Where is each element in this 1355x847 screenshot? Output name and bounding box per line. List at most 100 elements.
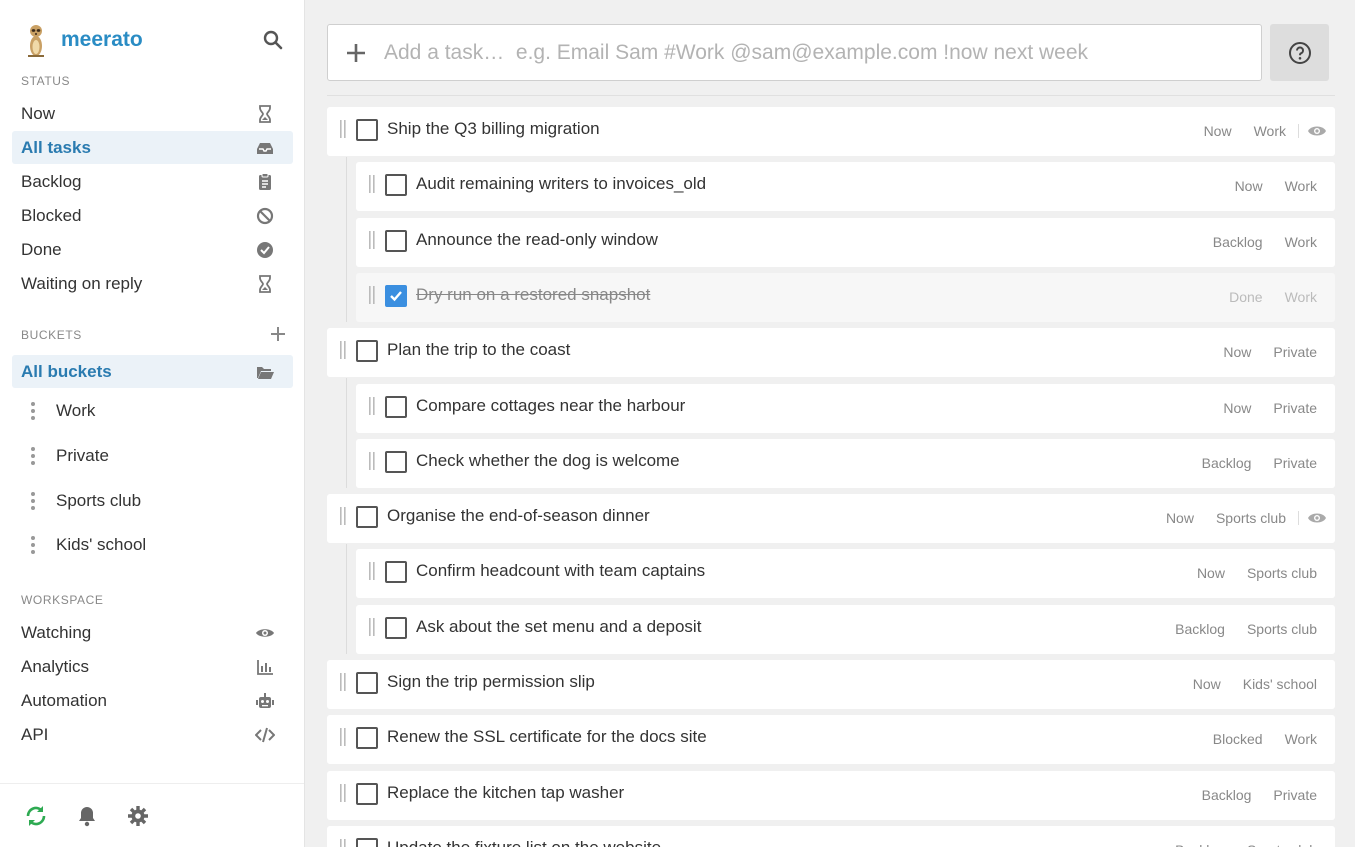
task-row[interactable]: Dry run on a restored snapshot Done Work <box>356 273 1335 322</box>
task-status[interactable]: Now <box>1223 400 1251 416</box>
task-bucket[interactable]: Private <box>1273 455 1317 471</box>
drag-handle-icon[interactable] <box>22 445 46 467</box>
task-checkbox[interactable] <box>385 617 407 639</box>
task-status[interactable]: Backlog <box>1175 842 1225 847</box>
task-status[interactable]: Now <box>1193 676 1221 692</box>
task-bucket[interactable]: Work <box>1285 178 1317 194</box>
bell-icon[interactable] <box>75 804 99 828</box>
task-status[interactable]: Now <box>1223 344 1251 360</box>
drag-handle-icon[interactable] <box>22 490 46 512</box>
task-row[interactable]: Announce the read-only window Backlog Wo… <box>356 218 1335 267</box>
task-row[interactable]: Plan the trip to the coast Now Private <box>327 328 1335 377</box>
task-title[interactable]: Check whether the dog is welcome <box>416 451 680 471</box>
sync-icon[interactable] <box>24 804 48 828</box>
help-button[interactable] <box>1270 24 1329 81</box>
task-checkbox[interactable] <box>356 672 378 694</box>
task-bucket[interactable]: Kids' school <box>1243 676 1317 692</box>
task-row[interactable]: Sign the trip permission slip Now Kids' … <box>327 660 1335 709</box>
task-title[interactable]: Dry run on a restored snapshot <box>416 285 650 305</box>
task-bucket[interactable]: Sports club <box>1247 842 1317 847</box>
task-title[interactable]: Ship the Q3 billing migration <box>387 119 600 139</box>
nav-item-analytics[interactable]: Analytics <box>12 650 293 683</box>
drag-handle-icon[interactable] <box>339 839 347 847</box>
task-bucket[interactable]: Sports club <box>1247 565 1317 581</box>
task-row[interactable]: Replace the kitchen tap washer Backlog P… <box>327 771 1335 820</box>
drag-handle-icon[interactable] <box>368 175 376 193</box>
drag-handle-icon[interactable] <box>368 397 376 415</box>
task-status[interactable]: Now <box>1197 565 1225 581</box>
task-status[interactable]: Backlog <box>1202 455 1252 471</box>
task-bucket[interactable]: Work <box>1254 123 1286 139</box>
drag-handle-icon[interactable] <box>368 452 376 470</box>
nav-item-api[interactable]: API <box>12 718 293 751</box>
task-checkbox[interactable] <box>356 783 378 805</box>
bucket-item-kids-school[interactable]: Kids' school <box>22 527 282 563</box>
task-status[interactable]: Backlog <box>1175 621 1225 637</box>
watch-eye-icon[interactable] <box>1307 124 1327 138</box>
task-checkbox[interactable] <box>385 451 407 473</box>
task-bucket[interactable]: Private <box>1273 400 1317 416</box>
nav-item-all-buckets[interactable]: All buckets <box>12 355 293 388</box>
drag-handle-icon[interactable] <box>368 618 376 636</box>
drag-handle-icon[interactable] <box>339 341 347 359</box>
nav-item-done[interactable]: Done <box>12 233 293 266</box>
nav-item-waiting-on-reply[interactable]: Waiting on reply <box>12 267 293 300</box>
gear-icon[interactable] <box>126 804 150 828</box>
task-row[interactable]: Organise the end-of-season dinner Now Sp… <box>327 494 1335 543</box>
task-checkbox[interactable] <box>356 838 378 847</box>
task-row[interactable]: Ask about the set menu and a deposit Bac… <box>356 605 1335 654</box>
task-row[interactable]: Renew the SSL certificate for the docs s… <box>327 715 1335 764</box>
drag-handle-icon[interactable] <box>339 673 347 691</box>
drag-handle-icon[interactable] <box>368 286 376 304</box>
task-bucket[interactable]: Sports club <box>1216 510 1286 526</box>
task-title[interactable]: Ask about the set menu and a deposit <box>416 617 701 637</box>
bucket-item-work[interactable]: Work <box>22 393 282 429</box>
search-icon[interactable] <box>262 29 284 51</box>
task-bucket[interactable]: Work <box>1285 289 1317 305</box>
task-checkbox[interactable] <box>356 727 378 749</box>
nav-item-automation[interactable]: Automation <box>12 684 293 717</box>
task-status[interactable]: Backlog <box>1213 234 1263 250</box>
task-status[interactable]: Now <box>1235 178 1263 194</box>
task-bucket[interactable]: Private <box>1273 344 1317 360</box>
task-checkbox[interactable] <box>385 230 407 252</box>
add-bucket-plus-icon[interactable] <box>269 325 287 343</box>
task-checkbox[interactable] <box>356 340 378 362</box>
task-row[interactable]: Check whether the dog is welcome Backlog… <box>356 439 1335 488</box>
drag-handle-icon[interactable] <box>22 534 46 556</box>
nav-item-backlog[interactable]: Backlog <box>12 165 293 198</box>
task-title[interactable]: Confirm headcount with team captains <box>416 561 705 581</box>
drag-handle-icon[interactable] <box>339 120 347 138</box>
bucket-item-private[interactable]: Private <box>22 438 282 474</box>
task-checkbox[interactable] <box>385 561 407 583</box>
task-status[interactable]: Done <box>1229 289 1262 305</box>
nav-item-blocked[interactable]: Blocked <box>12 199 293 232</box>
task-row[interactable]: Audit remaining writers to invoices_old … <box>356 162 1335 211</box>
drag-handle-icon[interactable] <box>368 562 376 580</box>
task-title[interactable]: Renew the SSL certificate for the docs s… <box>387 727 707 747</box>
task-row[interactable]: Update the fixture list on the website B… <box>327 826 1335 847</box>
task-row[interactable]: Confirm headcount with team captains Now… <box>356 549 1335 598</box>
task-bucket[interactable]: Work <box>1285 234 1317 250</box>
task-status[interactable]: Blocked <box>1213 731 1263 747</box>
task-status[interactable]: Backlog <box>1202 787 1252 803</box>
task-checkbox[interactable] <box>356 506 378 528</box>
task-status[interactable]: Now <box>1166 510 1194 526</box>
task-row[interactable]: Compare cottages near the harbour Now Pr… <box>356 384 1335 433</box>
watch-eye-icon[interactable] <box>1307 511 1327 525</box>
task-title[interactable]: Organise the end-of-season dinner <box>387 506 650 526</box>
plus-icon[interactable] <box>345 42 367 64</box>
task-title[interactable]: Sign the trip permission slip <box>387 672 595 692</box>
task-checkbox[interactable] <box>356 119 378 141</box>
task-checkbox[interactable] <box>385 285 407 307</box>
nav-item-all-tasks[interactable]: All tasks <box>12 131 293 164</box>
bucket-item-sports-club[interactable]: Sports club <box>22 483 282 519</box>
task-row[interactable]: Ship the Q3 billing migration Now Work <box>327 107 1335 156</box>
task-status[interactable]: Now <box>1204 123 1232 139</box>
task-bucket[interactable]: Private <box>1273 787 1317 803</box>
task-title[interactable]: Audit remaining writers to invoices_old <box>416 174 706 194</box>
drag-handle-icon[interactable] <box>339 507 347 525</box>
task-title[interactable]: Update the fixture list on the website <box>387 838 661 847</box>
task-checkbox[interactable] <box>385 174 407 196</box>
brand[interactable]: meerato <box>22 22 143 58</box>
